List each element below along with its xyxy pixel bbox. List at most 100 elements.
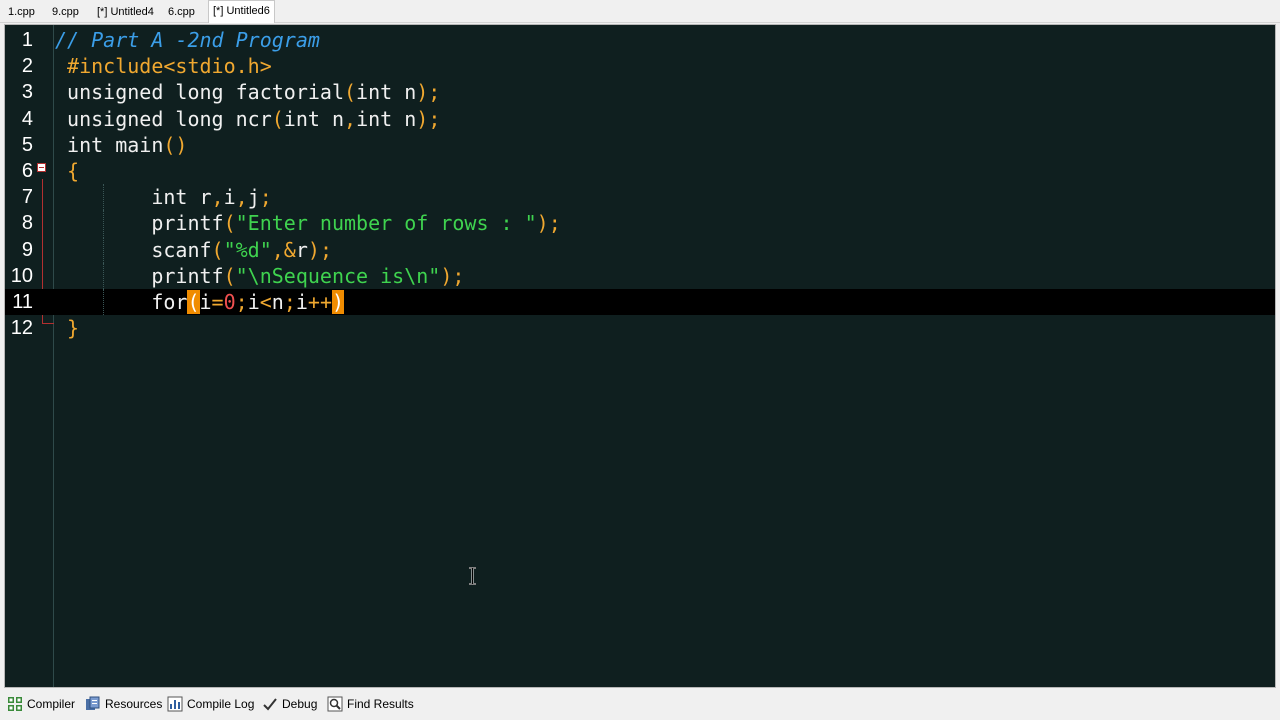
code-token-sym: ; bbox=[283, 290, 296, 314]
code-token-id: r bbox=[295, 237, 308, 262]
indent-guide bbox=[103, 289, 104, 315]
code-token-str: "%d" bbox=[223, 237, 272, 262]
line-number: 7 bbox=[21, 186, 33, 209]
code-editor[interactable]: 1// Part A -2nd Program 2 #include<stdio.… bbox=[4, 24, 1276, 688]
code-token-brace: { bbox=[55, 159, 80, 183]
debug-tab[interactable]: Debug bbox=[262, 694, 317, 714]
tab-9-cpp[interactable]: 9.cpp bbox=[48, 2, 83, 22]
code-text: // Part A -2nd Program bbox=[55, 27, 320, 53]
line-number: 5 bbox=[21, 133, 33, 156]
code-token-id: j bbox=[247, 185, 260, 210]
tab-untitled6[interactable]: [*] Untitled6 bbox=[208, 0, 275, 23]
line-number: 6 bbox=[21, 160, 33, 182]
tab-label: 6.cpp bbox=[168, 6, 195, 18]
indent-guide bbox=[103, 262, 104, 289]
code-token-kw: int n bbox=[356, 106, 417, 131]
resources-tab[interactable]: Resources bbox=[85, 694, 162, 714]
code-token-id: int r bbox=[55, 185, 212, 210]
code-token-sym: = bbox=[211, 290, 224, 314]
text-cursor-icon bbox=[469, 567, 476, 585]
code-token-sym: ); bbox=[416, 80, 441, 105]
code-token-str: "\nSequence is\n" bbox=[235, 263, 441, 288]
find-results-icon bbox=[327, 696, 343, 712]
code-token-id: n bbox=[271, 290, 284, 314]
code-line[interactable]: 2 #include<stdio.h> bbox=[5, 53, 1275, 79]
code-text: int main() bbox=[55, 132, 187, 158]
indent-guide bbox=[103, 236, 104, 263]
line-number: 10 bbox=[10, 264, 33, 287]
code-line[interactable]: 1 // Part A -2nd Program bbox=[5, 27, 1275, 53]
code-line[interactable]: 4 unsigned long ncr(int n,int n); bbox=[5, 106, 1275, 132]
code-line[interactable]: 8 printf("Enter number of rows : "); bbox=[5, 210, 1275, 237]
code-text: { bbox=[55, 158, 79, 184]
line-number: 8 bbox=[21, 212, 33, 235]
resources-icon bbox=[86, 696, 100, 710]
code-text: for(i=0;i<n;i++) bbox=[55, 289, 345, 315]
code-text: } bbox=[55, 315, 79, 341]
code-token-sym: ; bbox=[259, 185, 272, 210]
compile-log-tab[interactable]: Compile Log bbox=[167, 694, 254, 714]
ide-window: 1.cpp 9.cpp [*] Untitled4 6.cpp [*] Unti… bbox=[0, 0, 1280, 720]
code-token-sym: ; bbox=[235, 290, 248, 314]
code-token-id: printf bbox=[55, 263, 224, 288]
code-token-str: "Enter number of rows : " bbox=[235, 211, 537, 236]
tab-untitled4[interactable]: [*] Untitled4 bbox=[93, 2, 158, 22]
code-token-num: 0 bbox=[223, 290, 236, 314]
code-token-id: for bbox=[55, 290, 188, 314]
code-token-sym: ); bbox=[307, 237, 332, 262]
code-line[interactable]: 3 unsigned long factorial(int n); bbox=[5, 79, 1275, 105]
code-token-id: i bbox=[295, 290, 308, 314]
code-text: int r,i,j; bbox=[55, 184, 272, 210]
bottom-panel-tabs: Compiler Resources Compile Log Debug Fin… bbox=[0, 690, 1280, 720]
code-line[interactable]: 9 scanf("%d",&r); bbox=[5, 236, 1275, 263]
code-token-sym: ( bbox=[211, 237, 224, 262]
code-line[interactable]: 11 for(i=0;i<n;i++) bbox=[5, 289, 1275, 315]
code-token-sym: ( bbox=[223, 263, 236, 288]
code-text: printf("Enter number of rows : "); bbox=[55, 210, 561, 236]
code-line[interactable]: 5 int main() bbox=[5, 132, 1275, 158]
code-token-kw: int n bbox=[356, 80, 417, 105]
code-token-sym: ); bbox=[416, 106, 441, 131]
code-token-sym: ); bbox=[536, 211, 561, 236]
code-text: printf("\nSequence is\n"); bbox=[55, 263, 464, 289]
code-token-sym: ( bbox=[271, 106, 284, 131]
debug-check-icon bbox=[263, 698, 277, 711]
line-number: 11 bbox=[12, 291, 33, 313]
code-token-kw: int main bbox=[55, 132, 164, 157]
code-token-sym: ( bbox=[223, 211, 236, 236]
code-line[interactable]: 12 } bbox=[5, 315, 1275, 341]
code-token-sym: ); bbox=[440, 263, 465, 288]
code-token-kw: unsigned long ncr bbox=[55, 106, 272, 131]
line-number: 2 bbox=[21, 55, 33, 78]
compiler-grid-icon bbox=[8, 697, 22, 711]
tab-6-cpp[interactable]: 6.cpp bbox=[164, 2, 199, 22]
code-token-sym: , bbox=[235, 185, 248, 210]
tab-label: [*] Untitled4 bbox=[97, 6, 154, 18]
tab-label: 1.cpp bbox=[8, 6, 35, 18]
code-text: scanf("%d",&r); bbox=[55, 237, 332, 263]
line-number: 4 bbox=[21, 107, 33, 130]
code-token-id: i bbox=[223, 185, 236, 210]
code-token-kw: unsigned long factorial bbox=[55, 80, 344, 105]
compiler-tab[interactable]: Compiler bbox=[7, 694, 75, 714]
find-results-tab[interactable]: Find Results bbox=[327, 694, 414, 714]
code-token-id: printf bbox=[55, 211, 224, 236]
code-line[interactable]: 6 { bbox=[5, 158, 1275, 184]
compile-log-tab-label: Compile Log bbox=[187, 697, 255, 711]
file-tab-bar: 1.cpp 9.cpp [*] Untitled4 6.cpp [*] Unti… bbox=[0, 0, 1280, 23]
line-number: 12 bbox=[10, 317, 33, 340]
debug-tab-label: Debug bbox=[282, 697, 318, 711]
tab-1-cpp[interactable]: 1.cpp bbox=[4, 2, 39, 22]
code-token-sym: ,& bbox=[271, 237, 296, 262]
indent-guide bbox=[103, 210, 104, 237]
code-text: #include<stdio.h> bbox=[55, 53, 272, 79]
compile-log-chart-icon bbox=[167, 696, 183, 712]
line-number: 9 bbox=[21, 238, 33, 261]
code-token-sym: () bbox=[163, 132, 188, 157]
line-number: 3 bbox=[21, 81, 33, 104]
code-token-pre: #include<stdio.h> bbox=[55, 54, 272, 79]
code-token-sym: , bbox=[344, 106, 357, 131]
code-line[interactable]: 10 printf("\nSequence is\n"); bbox=[5, 262, 1275, 289]
code-line[interactable]: 7 int r,i,j; bbox=[5, 184, 1275, 211]
code-token-sym: , bbox=[211, 185, 224, 210]
